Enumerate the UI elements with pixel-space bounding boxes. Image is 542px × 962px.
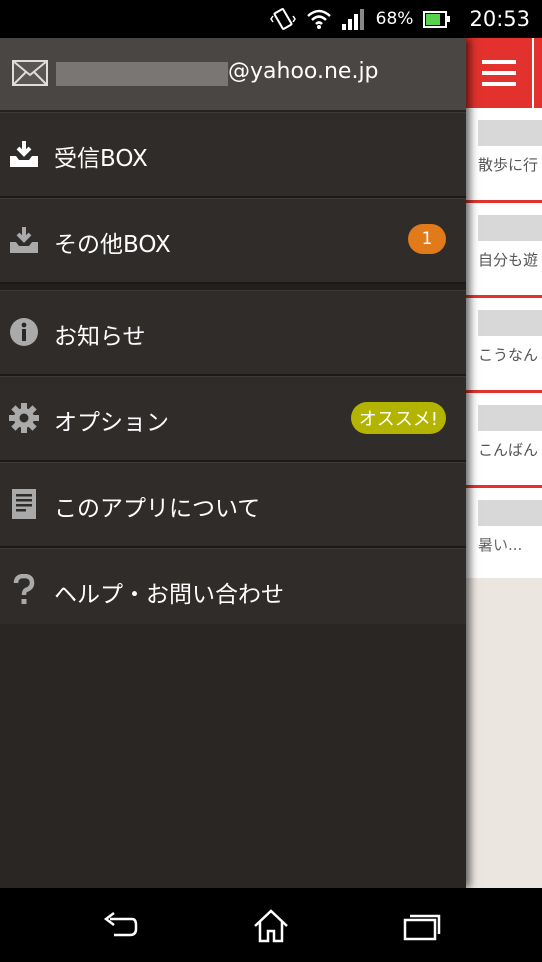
drawer-item-label: オプション xyxy=(54,410,169,436)
list-item[interactable]: こうなん xyxy=(466,298,542,393)
hamburger-icon xyxy=(482,60,516,86)
drawer-item-options[interactable]: オプション オススメ! xyxy=(0,376,466,462)
message-snippet: こんばん xyxy=(478,441,539,459)
masked-sender xyxy=(478,500,542,526)
account-header[interactable]: @yahoo.ne.jp xyxy=(0,38,466,112)
signal-icon xyxy=(341,9,364,30)
drawer-item-label: ヘルプ・お問い合わせ xyxy=(54,582,284,608)
account-email-domain: @yahoo.ne.jp xyxy=(228,59,379,84)
drawer-item-label: その他BOX xyxy=(54,232,171,258)
home-button[interactable] xyxy=(251,906,291,946)
system-nav-bar xyxy=(0,888,542,962)
drawer-item-about[interactable]: このアプリについて xyxy=(0,462,466,548)
empty-area xyxy=(466,578,542,888)
message-list: 散歩に行 自分も遊 こうなん こんばん 暑い... xyxy=(466,108,542,583)
list-item[interactable]: 自分も遊 xyxy=(466,203,542,298)
drawer-item-news[interactable]: お知らせ xyxy=(0,290,466,376)
mail-icon xyxy=(12,60,48,86)
header-accent xyxy=(534,38,542,108)
drawer-empty-area xyxy=(0,624,466,888)
back-button[interactable] xyxy=(100,906,140,946)
back-icon xyxy=(103,912,138,937)
drawer-item-label: このアプリについて xyxy=(54,496,261,522)
clock: 20:53 xyxy=(469,7,530,31)
tray-download-icon xyxy=(8,224,40,256)
drawer-item-label: 受信BOX xyxy=(54,146,148,172)
message-snippet: こうなん xyxy=(478,346,539,364)
app-header xyxy=(466,38,542,108)
info-icon xyxy=(8,316,40,348)
drawer-item-label: お知らせ xyxy=(54,324,146,350)
home-icon xyxy=(254,909,288,943)
drawer-item-inbox[interactable]: 受信BOX xyxy=(0,112,466,198)
drawer-item-help[interactable]: ヘルプ・お問い合わせ xyxy=(0,548,466,634)
message-snippet: 自分も遊 xyxy=(478,251,539,269)
masked-username xyxy=(56,62,228,86)
navigation-drawer: @yahoo.ne.jp 受信BOX その他BOX 1 お知らせ オプション オ… xyxy=(0,38,466,888)
recent-apps-icon xyxy=(403,914,441,941)
masked-sender xyxy=(478,120,542,146)
vibrate-icon xyxy=(269,8,296,30)
list-item[interactable]: 暑い... xyxy=(466,488,542,583)
status-bar: 68% 20:53 xyxy=(0,0,542,38)
message-snippet: 散歩に行 xyxy=(478,156,539,174)
recent-apps-button[interactable] xyxy=(402,906,442,946)
battery-icon xyxy=(423,10,451,28)
unread-count-badge: 1 xyxy=(408,224,446,254)
list-item[interactable]: 散歩に行 xyxy=(466,108,542,203)
gear-icon xyxy=(8,402,40,434)
masked-sender xyxy=(478,310,542,336)
document-icon xyxy=(8,488,40,520)
wifi-icon xyxy=(306,9,331,29)
menu-button[interactable] xyxy=(466,38,532,108)
masked-sender xyxy=(478,405,542,431)
drawer-item-other-box[interactable]: その他BOX 1 xyxy=(0,198,466,284)
message-snippet: 暑い... xyxy=(478,536,523,554)
message-list-panel: 散歩に行 自分も遊 こうなん こんばん 暑い... xyxy=(466,38,542,888)
question-icon xyxy=(8,574,40,606)
drawer-menu: 受信BOX その他BOX 1 お知らせ オプション オススメ! このアプリについ… xyxy=(0,112,466,634)
masked-sender xyxy=(478,215,542,241)
battery-percent: 68% xyxy=(375,9,414,29)
recommended-badge: オススメ! xyxy=(350,402,446,434)
list-item[interactable]: こんばん xyxy=(466,393,542,488)
inbox-download-icon xyxy=(8,138,40,170)
